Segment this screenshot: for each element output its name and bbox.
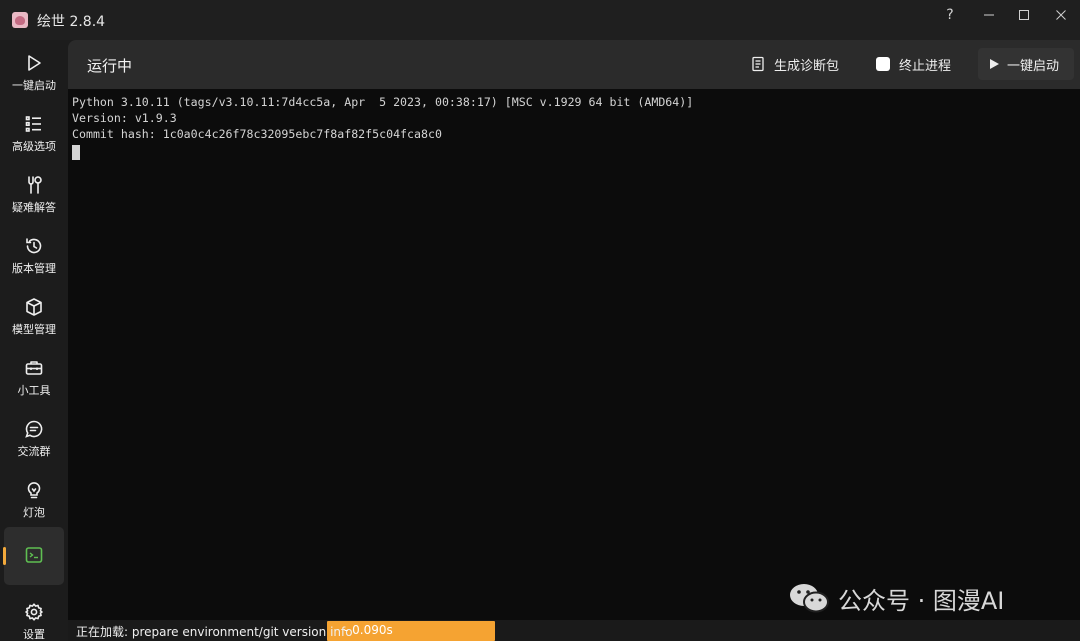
sidebar-item-label: 版本管理 (12, 262, 56, 275)
sidebar-item-tools[interactable]: 小工具 (4, 350, 64, 408)
sidebar-item-label: 小工具 (17, 384, 51, 397)
page-title: 运行中 (87, 57, 133, 75)
title-bar: 绘世 2.8.4 ? (0, 0, 1080, 40)
sidebar: 一键启动 高级选项 疑难解答 版本管理 模型管理 小工具 交流群 灯泡 设置 (0, 40, 68, 641)
list-icon (25, 116, 41, 132)
maximize-icon (1019, 10, 1029, 20)
console-cursor (72, 145, 80, 160)
play-icon (28, 55, 41, 71)
sidebar-item-label: 疑难解答 (12, 201, 56, 214)
sidebar-item-troubleshoot[interactable]: 疑难解答 (4, 167, 64, 225)
chat-icon (25, 420, 43, 438)
sidebar-item-label: 设置 (23, 628, 45, 641)
play-icon (990, 59, 999, 69)
status-text: 正在加载: prepare environment/git version in… (76, 625, 353, 639)
close-icon (1056, 10, 1066, 20)
sidebar-item-label: 灯泡 (23, 506, 45, 519)
app-title: 绘世 2.8.4 (37, 14, 106, 30)
document-icon (752, 56, 764, 72)
sidebar-item-settings[interactable]: 设置 (4, 594, 64, 641)
app-logo-icon (12, 12, 28, 28)
close-button[interactable] (1046, 3, 1076, 27)
terminate-process-toggle[interactable]: 终止进程 (868, 48, 959, 80)
tools-icon (28, 176, 42, 194)
watermark: 公众号 · 图漫AI (788, 582, 1005, 615)
bulb-icon (27, 482, 41, 499)
sidebar-item-launch[interactable]: 一键启动 (4, 45, 64, 103)
terminate-checkbox[interactable] (876, 57, 890, 71)
sidebar-item-label: 交流群 (17, 445, 51, 458)
console-icon (25, 547, 43, 563)
active-indicator (3, 547, 6, 565)
main-panel: 运行中 生成诊断包 终止进程 一键启动 Python 3.10.11 (tags… (68, 40, 1080, 620)
console-line: Version: v1.9.3 (72, 111, 177, 125)
minimize-icon (984, 14, 994, 16)
generate-diagnostic-label: 生成诊断包 (774, 58, 840, 74)
sidebar-item-label: 高级选项 (12, 140, 56, 153)
sidebar-item-label: 一键启动 (12, 79, 56, 92)
sidebar-item-advanced[interactable]: 高级选项 (4, 106, 64, 164)
terminate-label: 终止进程 (899, 58, 952, 74)
sidebar-item-console[interactable] (3, 527, 64, 585)
elapsed-time: - 0.090s (344, 623, 393, 637)
gear-icon (25, 603, 43, 621)
sidebar-item-community[interactable]: 交流群 (4, 411, 64, 469)
generate-diagnostic-button[interactable]: 生成诊断包 (743, 48, 847, 80)
console-output[interactable]: Python 3.10.11 (tags/v3.10.11:7d4cc5a, A… (68, 89, 1080, 620)
console-line: Commit hash: 1c0a0c4c26f78c32095ebc7f8af… (72, 127, 442, 141)
launch-label: 一键启动 (1007, 58, 1060, 74)
sidebar-item-models[interactable]: 模型管理 (4, 289, 64, 347)
maximize-button[interactable] (1009, 3, 1039, 27)
one-click-launch-button[interactable]: 一键启动 (978, 48, 1074, 80)
sidebar-item-label: 模型管理 (12, 323, 56, 336)
sidebar-item-versions[interactable]: 版本管理 (4, 228, 64, 286)
wechat-icon (790, 584, 829, 613)
history-icon (26, 238, 42, 254)
page-header: 运行中 生成诊断包 终止进程 一键启动 (68, 40, 1080, 89)
help-button[interactable]: ? (935, 3, 965, 27)
minimize-button[interactable] (974, 3, 1004, 27)
status-bar: 正在加载: prepare environment/git version in… (68, 620, 1080, 641)
toolbox-icon (25, 361, 43, 375)
watermark-text: 公众号 · 图漫AI (838, 586, 1005, 615)
cube-icon (26, 298, 42, 316)
console-line: Python 3.10.11 (tags/v3.10.11:7d4cc5a, A… (72, 95, 694, 109)
sidebar-item-bulb[interactable]: 灯泡 (4, 472, 64, 530)
